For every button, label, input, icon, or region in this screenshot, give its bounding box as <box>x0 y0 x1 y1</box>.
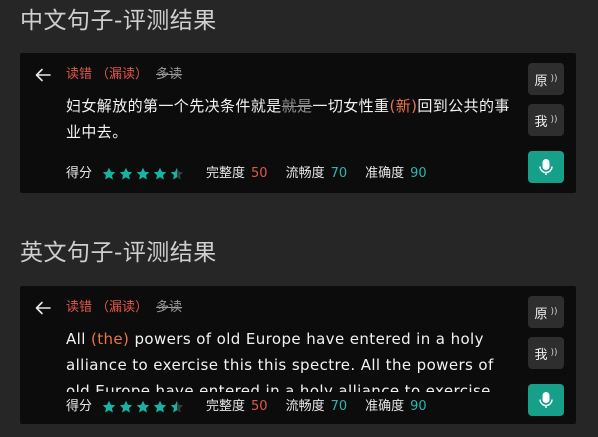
play-original-label: 原 <box>534 73 548 89</box>
metric-value: 50 <box>251 399 268 414</box>
metric-value: 90 <box>410 399 427 414</box>
sentence-segment-extra: 就是 <box>281 97 313 115</box>
metric-completeness: 完整度 50 <box>206 398 268 416</box>
star-half-icon <box>170 400 184 413</box>
sentence-segment-missed: (新) <box>389 97 418 115</box>
score-label: 得分 <box>66 399 93 414</box>
legend-missed: （漏读） <box>96 300 149 315</box>
result-card-chinese: 读错 （漏读） 多读 妇女解放的第一个先决条件就是就是一切女性重(新)回到公共的事业… <box>20 53 576 193</box>
sentence-segment: 妇女解放的第一个先决条件就是 <box>66 97 282 115</box>
legend-extra: 多读 <box>156 300 183 315</box>
metric-fluency: 流畅度 70 <box>286 398 348 416</box>
sound-wave-icon: )) <box>550 348 558 358</box>
back-arrow-icon[interactable] <box>34 66 52 84</box>
star-rating <box>102 167 184 181</box>
metric-label: 流畅度 <box>285 166 325 181</box>
sound-wave-icon: )) <box>550 307 558 317</box>
play-mine-button[interactable]: 我)) <box>528 104 564 136</box>
legend-extra: 多读 <box>156 67 183 82</box>
star-full-icon <box>136 167 150 180</box>
microphone-icon <box>539 392 553 408</box>
metric-value: 90 <box>410 166 427 181</box>
record-button[interactable] <box>528 384 564 416</box>
legend-wrong: 读错 <box>66 300 93 315</box>
score-row: 得分 完整度 50 流畅度 70 准确度 90 <box>66 165 445 183</box>
sound-wave-icon: )) <box>550 115 558 125</box>
play-original-label: 原 <box>534 306 548 322</box>
microphone-icon <box>539 159 553 175</box>
play-mine-label: 我 <box>534 114 548 130</box>
back-arrow-icon[interactable] <box>34 299 52 317</box>
metric-completeness: 完整度 50 <box>206 165 268 183</box>
sentence-text: 妇女解放的第一个先决条件就是就是一切女性重(新)回到公共的事业中去。 <box>66 93 514 145</box>
legend: 读错 （漏读） 多读 <box>66 66 182 84</box>
sentence-segment: All <box>66 330 91 348</box>
legend-missed: （漏读） <box>96 67 149 82</box>
metric-value: 70 <box>330 166 348 181</box>
metric-label: 准确度 <box>365 399 405 414</box>
metric-fluency: 流畅度 70 <box>286 165 348 183</box>
star-full-icon <box>136 400 150 413</box>
play-original-button[interactable]: 原)) <box>528 63 564 95</box>
metric-label: 完整度 <box>206 166 246 181</box>
record-button[interactable] <box>528 151 564 183</box>
star-full-icon <box>153 400 167 413</box>
metric-accuracy: 准确度 90 <box>365 398 427 416</box>
score-label: 得分 <box>66 166 93 181</box>
star-full-icon <box>119 167 133 180</box>
legend-wrong: 读错 <box>66 67 93 82</box>
metric-label: 完整度 <box>206 399 246 414</box>
star-full-icon <box>102 167 116 180</box>
star-full-icon <box>119 400 133 413</box>
legend: 读错 （漏读） 多读 <box>66 299 182 317</box>
sentence-segment-missed: (the) <box>90 330 130 348</box>
sound-wave-icon: )) <box>550 74 558 84</box>
metric-accuracy: 准确度 90 <box>365 165 427 183</box>
section-title-english: 英文句子-评测结果 <box>20 240 217 266</box>
star-full-icon <box>102 400 116 413</box>
sentence-segment: 一切女性重 <box>312 97 390 115</box>
metric-value: 50 <box>251 166 268 181</box>
sentence-segment: powers of old Europe have entered in a h… <box>66 330 494 392</box>
section-title-chinese: 中文句子-评测结果 <box>20 8 217 34</box>
result-card-english: 读错 （漏读） 多读 All (the) powers of old Europe … <box>20 286 576 424</box>
star-half-icon <box>170 167 184 180</box>
star-full-icon <box>153 167 167 180</box>
score-row: 得分 完整度 50 流畅度 70 准确度 90 <box>66 398 445 416</box>
metric-label: 流畅度 <box>285 399 325 414</box>
sentence-text: All (the) powers of old Europe have ente… <box>66 326 514 392</box>
star-rating <box>102 400 184 414</box>
metric-label: 准确度 <box>365 166 405 181</box>
metric-value: 70 <box>330 399 348 414</box>
play-mine-label: 我 <box>534 347 548 363</box>
play-mine-button[interactable]: 我)) <box>528 337 564 369</box>
play-original-button[interactable]: 原)) <box>528 296 564 328</box>
